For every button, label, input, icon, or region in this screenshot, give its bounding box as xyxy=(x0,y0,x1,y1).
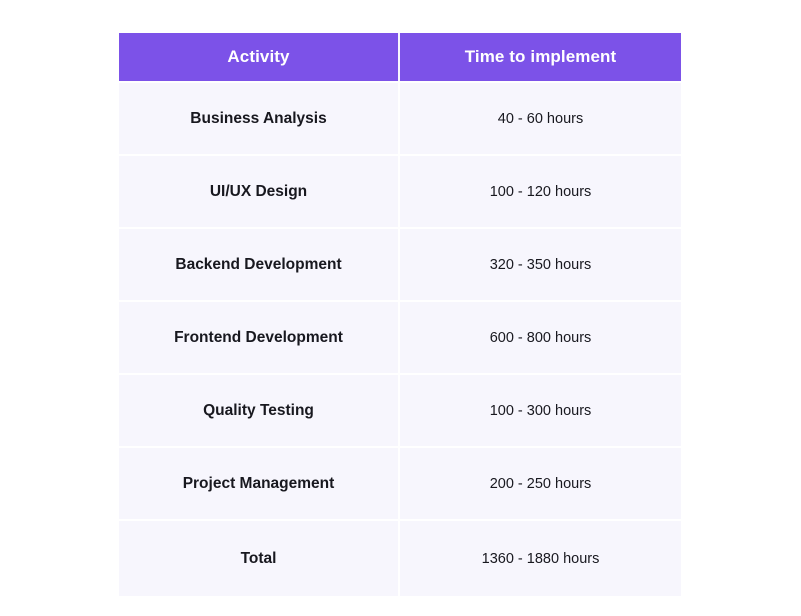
cell-activity: UI/UX Design xyxy=(119,154,400,227)
table-row: Backend Development 320 - 350 hours xyxy=(119,227,681,300)
cell-activity: Frontend Development xyxy=(119,300,400,373)
cell-time: 100 - 120 hours xyxy=(400,154,681,227)
page-canvas: Activity Time to implement Business Anal… xyxy=(0,0,801,616)
table-row: Project Management 200 - 250 hours xyxy=(119,446,681,519)
cell-activity: Backend Development xyxy=(119,227,400,300)
cell-time: 40 - 60 hours xyxy=(400,81,681,154)
column-header-activity: Activity xyxy=(119,33,400,81)
column-header-time-to-implement: Time to implement xyxy=(400,33,681,81)
table-row: Quality Testing 100 - 300 hours xyxy=(119,373,681,446)
cell-activity: Business Analysis xyxy=(119,81,400,154)
cell-time: 320 - 350 hours xyxy=(400,227,681,300)
cell-time: 100 - 300 hours xyxy=(400,373,681,446)
cell-time-total: 1360 - 1880 hours xyxy=(400,519,681,596)
table-header: Activity Time to implement xyxy=(119,33,681,81)
cell-activity: Project Management xyxy=(119,446,400,519)
activity-estimate-table: Activity Time to implement Business Anal… xyxy=(119,33,681,596)
cell-activity-total: Total xyxy=(119,519,400,596)
table-header-row: Activity Time to implement xyxy=(119,33,681,81)
table-row: Frontend Development 600 - 800 hours xyxy=(119,300,681,373)
cell-time: 200 - 250 hours xyxy=(400,446,681,519)
table-body: Business Analysis 40 - 60 hours UI/UX De… xyxy=(119,81,681,596)
table-row-total: Total 1360 - 1880 hours xyxy=(119,519,681,596)
table-row: UI/UX Design 100 - 120 hours xyxy=(119,154,681,227)
cell-time: 600 - 800 hours xyxy=(400,300,681,373)
cell-activity: Quality Testing xyxy=(119,373,400,446)
table-row: Business Analysis 40 - 60 hours xyxy=(119,81,681,154)
